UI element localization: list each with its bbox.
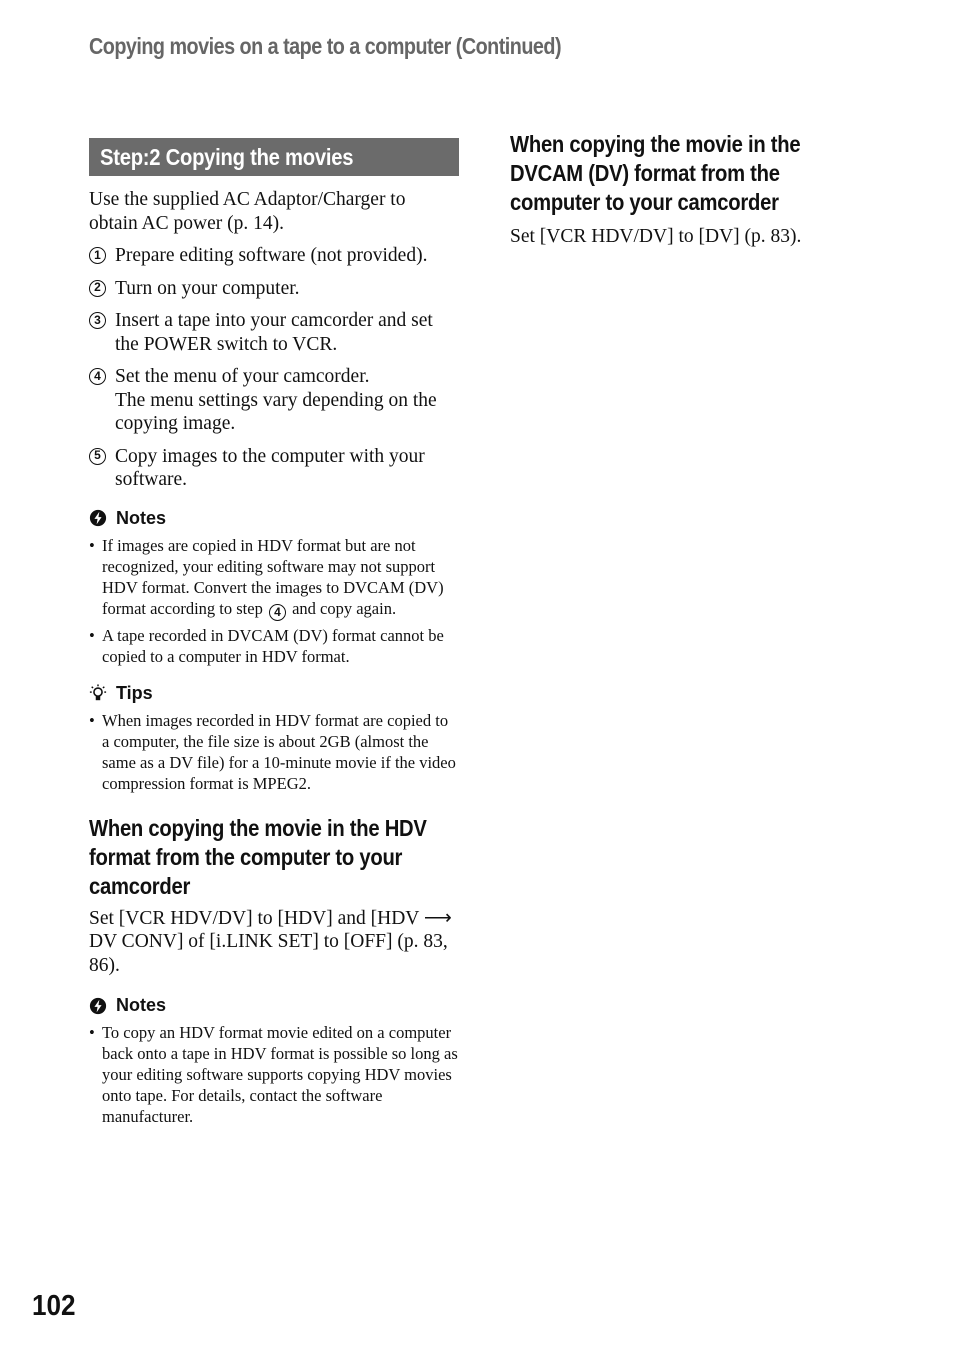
hdv-body-text: Set [VCR HDV/DV] to [HDV] and [HDV <box>89 907 420 929</box>
dv-section-heading: When copying the movie in the DVCAM (DV)… <box>510 131 801 215</box>
notes-list: If images are copied in HDV format but a… <box>89 535 459 667</box>
step-item: 5 Copy images to the computer with your … <box>89 445 459 492</box>
page-header-title: Copying movies on a tape to a computer (… <box>89 33 562 59</box>
tip-item: When images recorded in HDV format are c… <box>89 710 459 794</box>
note-text: and copy again. <box>292 598 397 618</box>
notes-label: Notes <box>116 995 167 1015</box>
step-text: Prepare editing software (not provided). <box>115 245 428 266</box>
tips-heading: Tips <box>89 683 459 704</box>
intro-text: Use the supplied AC Adaptor/Charger to o… <box>89 189 406 234</box>
step-banner: Step:2 Copying the movies <box>89 138 459 176</box>
step-text: Copy images to the computer with your so… <box>115 445 425 491</box>
step-text: Turn on your computer. <box>115 277 300 299</box>
steps-list: 1 Prepare editing software (not provided… <box>89 244 459 492</box>
step-item: 2 Turn on your computer. <box>89 277 459 301</box>
step-number-icon: 5 <box>89 447 106 465</box>
step-subtext: The menu settings vary depending on the … <box>115 389 437 435</box>
step-text: Set the menu of your camcorder. <box>115 366 370 387</box>
right-column: When copying the movie in the DVCAM (DV)… <box>510 130 850 249</box>
hdv-section-heading: When copying the movie in the HDV format… <box>89 814 427 899</box>
dv-section-body: Set [VCR HDV/DV] to [DV] (p. 83). <box>510 226 802 247</box>
page-number: 102 <box>32 1290 76 1322</box>
hdv-section-body: Set [VCR HDV/DV] to [HDV] and [HDV ⟶ DV … <box>89 907 459 978</box>
step-text: Insert a tape into your camcorder and se… <box>115 310 433 355</box>
hdv-notes-list: To copy an HDV format movie edited on a … <box>89 1022 459 1127</box>
notes-icon <box>89 997 107 1014</box>
hdv-notes-heading: Notes <box>89 995 459 1016</box>
note-item: A tape recorded in DVCAM (DV) format can… <box>89 625 459 667</box>
step-number-icon: 2 <box>89 279 106 297</box>
step-text-group: Set the menu of your camcorder. The menu… <box>115 365 459 436</box>
step-number-icon: 3 <box>89 312 106 329</box>
step-item: 4 Set the menu of your camcorder. The me… <box>89 365 459 436</box>
arrow-right-icon: ⟶ <box>423 907 452 929</box>
notes-label: Notes <box>116 507 167 528</box>
tips-list: When images recorded in HDV format are c… <box>89 710 459 794</box>
step-number-icon: 4 <box>268 603 286 621</box>
notes-heading: Notes <box>89 508 459 529</box>
note-item: To copy an HDV format movie edited on a … <box>89 1022 459 1127</box>
step-item: 3 Insert a tape into your camcorder and … <box>89 309 459 356</box>
step-number-icon: 1 <box>89 247 106 264</box>
note-item: If images are copied in HDV format but a… <box>89 535 459 621</box>
tips-label: Tips <box>116 682 153 703</box>
tips-lightbulb-icon <box>89 684 107 701</box>
step-banner-title: Step:2 Copying the movies <box>100 143 354 170</box>
step-item: 1 Prepare editing software (not provided… <box>89 244 459 268</box>
notes-icon <box>89 509 107 527</box>
left-column: Step:2 Copying the movies Use the suppli… <box>89 138 459 1131</box>
step-number-icon: 4 <box>89 368 106 385</box>
hdv-body-text: DV CONV] of [i.LINK SET] to [OFF] (p. 83… <box>89 931 448 976</box>
